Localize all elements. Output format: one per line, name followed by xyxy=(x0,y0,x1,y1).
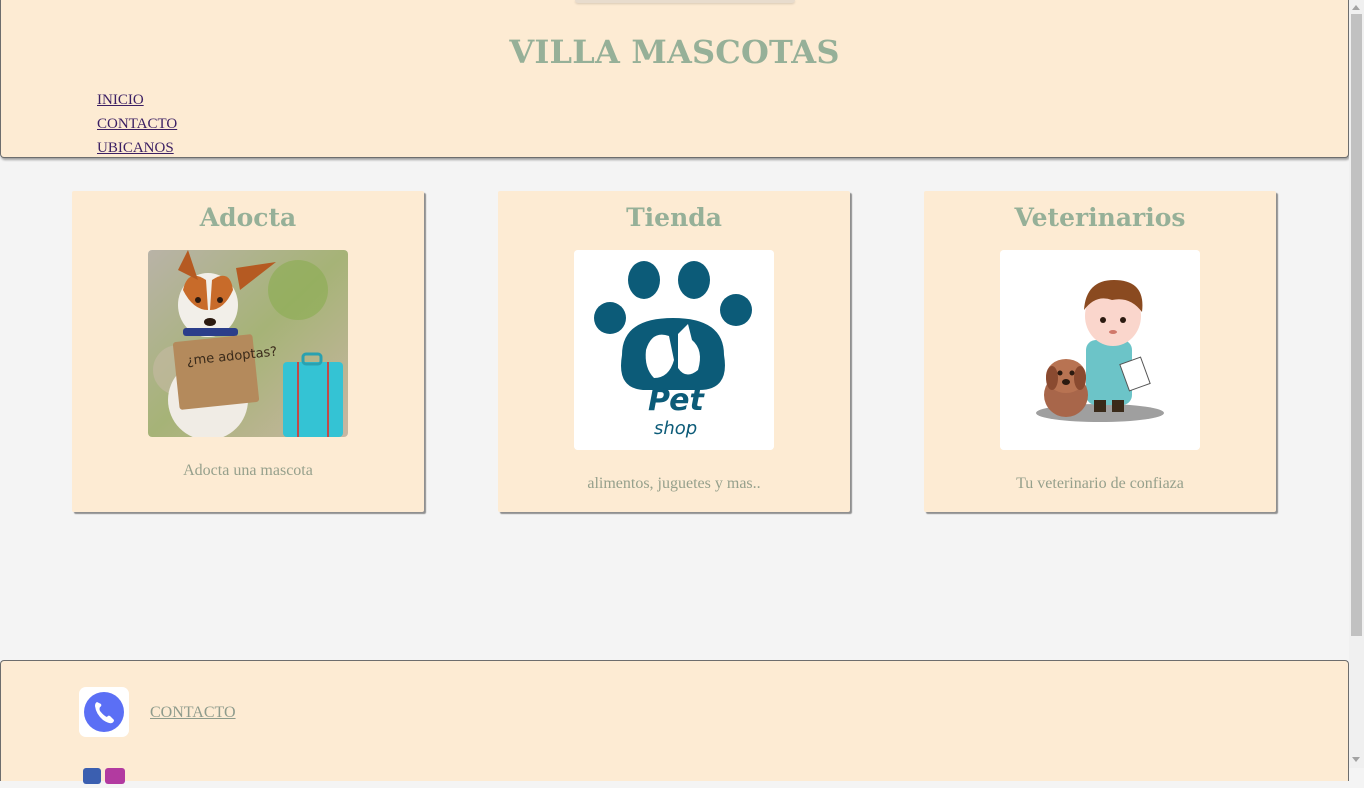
card-title: Adocta xyxy=(199,203,297,232)
scroll-up-arrow-icon[interactable] xyxy=(1352,5,1360,10)
card-caption: alimentos, juguetes y mas.. xyxy=(587,475,761,492)
shop-logo-text: shop xyxy=(654,418,697,439)
scroll-down-arrow-icon[interactable] xyxy=(1352,757,1360,762)
footer-contact-link[interactable]: CONTACTO xyxy=(150,704,236,722)
card-caption: Adocta una mascota xyxy=(183,462,313,479)
pet-shop-paw-logo: Pet shop xyxy=(574,250,774,450)
card-veterinarios[interactable]: Veterinarios Tu veterinario de confiaza xyxy=(924,191,1276,512)
vertical-scrollbar[interactable] xyxy=(1349,0,1364,768)
card-adocta[interactable]: Adocta ¿me adoptas? Adocta una mascota xyxy=(72,191,424,512)
main-nav: INICIO CONTACTO UBICANOS xyxy=(97,88,177,160)
nav-link-contacto[interactable]: CONTACTO xyxy=(97,112,177,136)
instagram-icon[interactable] xyxy=(81,764,129,784)
site-header: VILLA MASCOTAS INICIO CONTACTO UBICANOS xyxy=(0,0,1349,158)
card-tienda[interactable]: Tienda Pet shop alimentos, juguetes y ma… xyxy=(498,191,850,512)
scrollbar-thumb[interactable] xyxy=(1351,14,1362,636)
dog-adoption-photo: ¿me adoptas? xyxy=(148,250,348,437)
card-title: Veterinarios xyxy=(1014,203,1186,232)
header-tab-decoration xyxy=(575,0,795,3)
nav-link-inicio[interactable]: INICIO xyxy=(97,88,177,112)
phone-icon[interactable] xyxy=(79,687,129,737)
site-title: VILLA MASCOTAS xyxy=(509,33,840,71)
card-title: Tienda xyxy=(626,203,722,232)
card-caption: Tu veterinario de confiaza xyxy=(1016,475,1184,492)
pet-logo-text: Pet xyxy=(648,383,706,418)
veterinarian-illustration xyxy=(1000,250,1200,450)
site-footer: CONTACTO xyxy=(0,660,1349,784)
nav-link-ubicanos[interactable]: UBICANOS xyxy=(97,136,177,160)
